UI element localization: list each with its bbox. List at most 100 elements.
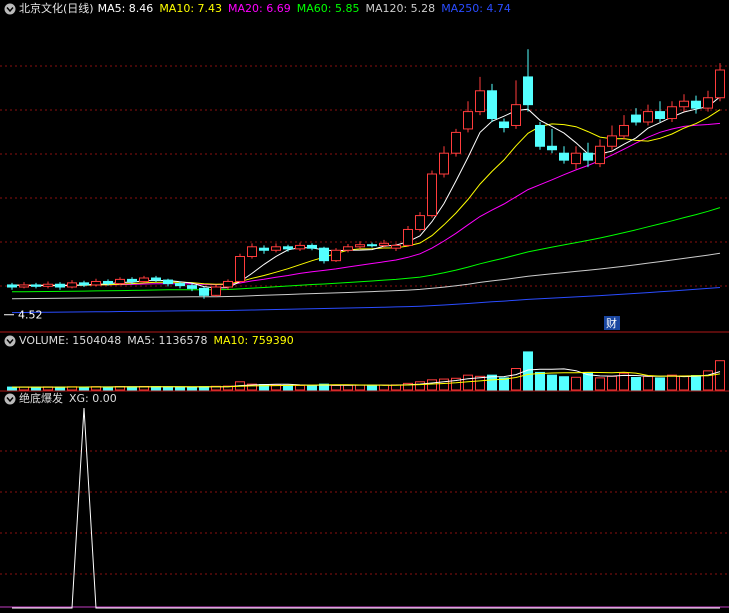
candle-body-52 bbox=[631, 114, 641, 123]
candle-body-4 bbox=[55, 283, 65, 288]
volume-bar-59 bbox=[715, 360, 725, 391]
indicator-legend: 绝底爆发 XG: 0.00 bbox=[0, 391, 123, 407]
candle-body-54 bbox=[655, 111, 665, 120]
candle-body-59 bbox=[715, 69, 725, 99]
volume-bar-14 bbox=[175, 386, 185, 391]
candle-body-19 bbox=[235, 256, 245, 282]
candle-body-14 bbox=[175, 283, 185, 287]
candle-body-42 bbox=[511, 104, 521, 126]
candle-body-1 bbox=[19, 284, 29, 288]
volume-legend-item-1: MA5: 1136578 bbox=[127, 334, 208, 347]
volume-bar-34 bbox=[415, 381, 425, 391]
volume-bar-49 bbox=[595, 377, 605, 391]
candle-body-15 bbox=[187, 285, 197, 289]
volume-bar-23 bbox=[283, 384, 293, 391]
candle-body-49 bbox=[595, 145, 605, 165]
indicator-legend-item-0: 绝底爆发 bbox=[19, 392, 63, 405]
candle-body-51 bbox=[619, 124, 629, 137]
candle-body-34 bbox=[415, 215, 425, 230]
volume-bar-45 bbox=[547, 374, 557, 391]
chevron-down-icon[interactable] bbox=[4, 393, 16, 405]
xg-signal-line bbox=[12, 407, 720, 609]
candle-body-16 bbox=[199, 287, 209, 296]
candle-body-28 bbox=[343, 246, 353, 251]
candle-body-27 bbox=[331, 249, 341, 262]
ma-legend-item-2: MA20: 6.69 bbox=[228, 2, 291, 15]
volume-bar-42 bbox=[511, 368, 521, 391]
chevron-down-icon[interactable] bbox=[4, 3, 16, 15]
volume-bar-13 bbox=[163, 386, 173, 391]
candle-body-58 bbox=[703, 97, 713, 109]
candle-body-17 bbox=[211, 286, 221, 296]
candle-body-5 bbox=[67, 282, 77, 288]
candle-body-40 bbox=[487, 90, 497, 120]
candle-body-12 bbox=[151, 277, 161, 281]
candle-body-48 bbox=[583, 152, 593, 161]
candle-body-0 bbox=[7, 284, 17, 288]
candle-body-21 bbox=[259, 247, 269, 251]
candle-body-35 bbox=[427, 173, 437, 217]
candle-body-26 bbox=[319, 247, 329, 262]
volume-bar-35 bbox=[427, 379, 437, 391]
indicator-legend-item-1: XG: 0.00 bbox=[69, 392, 117, 405]
ma120-line bbox=[11, 252, 721, 300]
candle-body-38 bbox=[463, 111, 473, 130]
volume-bar-24 bbox=[295, 385, 305, 391]
volume-bar-29 bbox=[355, 384, 365, 391]
candle-body-56 bbox=[679, 100, 689, 108]
volume-bar-36 bbox=[439, 378, 449, 391]
volume-bar-57 bbox=[691, 375, 701, 391]
volume-bar-46 bbox=[559, 376, 569, 391]
candle-body-39 bbox=[475, 90, 485, 113]
candle-body-2 bbox=[31, 284, 41, 287]
volume-bar-53 bbox=[643, 375, 653, 391]
candle-body-6 bbox=[79, 282, 89, 286]
candle-body-7 bbox=[91, 280, 101, 286]
low-marker-label: 4.52 bbox=[18, 309, 43, 322]
volume-bar-30 bbox=[367, 384, 377, 391]
volume-bar-25 bbox=[307, 385, 317, 391]
candle-body-9 bbox=[115, 278, 125, 285]
chart-title: 北京文化(日线) bbox=[19, 2, 94, 15]
ma20-line bbox=[12, 122, 721, 286]
candle-body-11 bbox=[139, 277, 149, 282]
volume-bar-31 bbox=[379, 384, 389, 391]
volume-bar-38 bbox=[463, 374, 473, 391]
candle-body-37 bbox=[451, 131, 461, 154]
candle-body-53 bbox=[643, 111, 653, 123]
candle-body-3 bbox=[43, 283, 53, 287]
candle-body-13 bbox=[163, 279, 173, 285]
candle-body-29 bbox=[355, 244, 365, 248]
volume-legend: VOLUME: 1504048 MA5: 1136578 MA10: 759390 bbox=[0, 333, 300, 349]
candle-body-22 bbox=[271, 246, 281, 251]
candle-body-45 bbox=[547, 145, 557, 151]
volume-bar-56 bbox=[679, 375, 689, 391]
candle-body-46 bbox=[559, 152, 569, 161]
volume-bar-52 bbox=[631, 376, 641, 391]
chevron-down-icon[interactable] bbox=[4, 335, 16, 347]
ma-legend-item-4: MA120: 5.28 bbox=[365, 2, 436, 15]
ma250-line bbox=[11, 287, 721, 314]
candle-body-55 bbox=[667, 106, 677, 120]
ma5-line bbox=[12, 96, 721, 289]
candle-body-32 bbox=[391, 244, 401, 249]
ma-legend-item-5: MA250: 4.74 bbox=[441, 2, 511, 15]
candle-body-47 bbox=[571, 152, 581, 165]
candle-body-24 bbox=[295, 244, 305, 250]
candle-body-57 bbox=[691, 100, 701, 109]
kline-chart[interactable]: 4.52 财 bbox=[0, 0, 729, 613]
volume-bar-27 bbox=[331, 385, 341, 391]
volume-bar-54 bbox=[655, 377, 665, 391]
candle-body-36 bbox=[439, 152, 449, 175]
ma-legend-item-3: MA60: 5.85 bbox=[296, 2, 360, 15]
volume-legend-item-2: MA10: 759390 bbox=[213, 334, 294, 347]
volume-bar-55 bbox=[667, 374, 677, 391]
candle-body-20 bbox=[247, 246, 257, 258]
volume-bar-2 bbox=[31, 386, 41, 391]
candle-body-23 bbox=[283, 246, 293, 250]
candle-body-25 bbox=[307, 244, 317, 249]
candle-body-33 bbox=[403, 228, 413, 246]
volume-bar-44 bbox=[535, 371, 545, 391]
volume-bar-47 bbox=[571, 376, 581, 391]
candle-body-10 bbox=[127, 278, 137, 282]
